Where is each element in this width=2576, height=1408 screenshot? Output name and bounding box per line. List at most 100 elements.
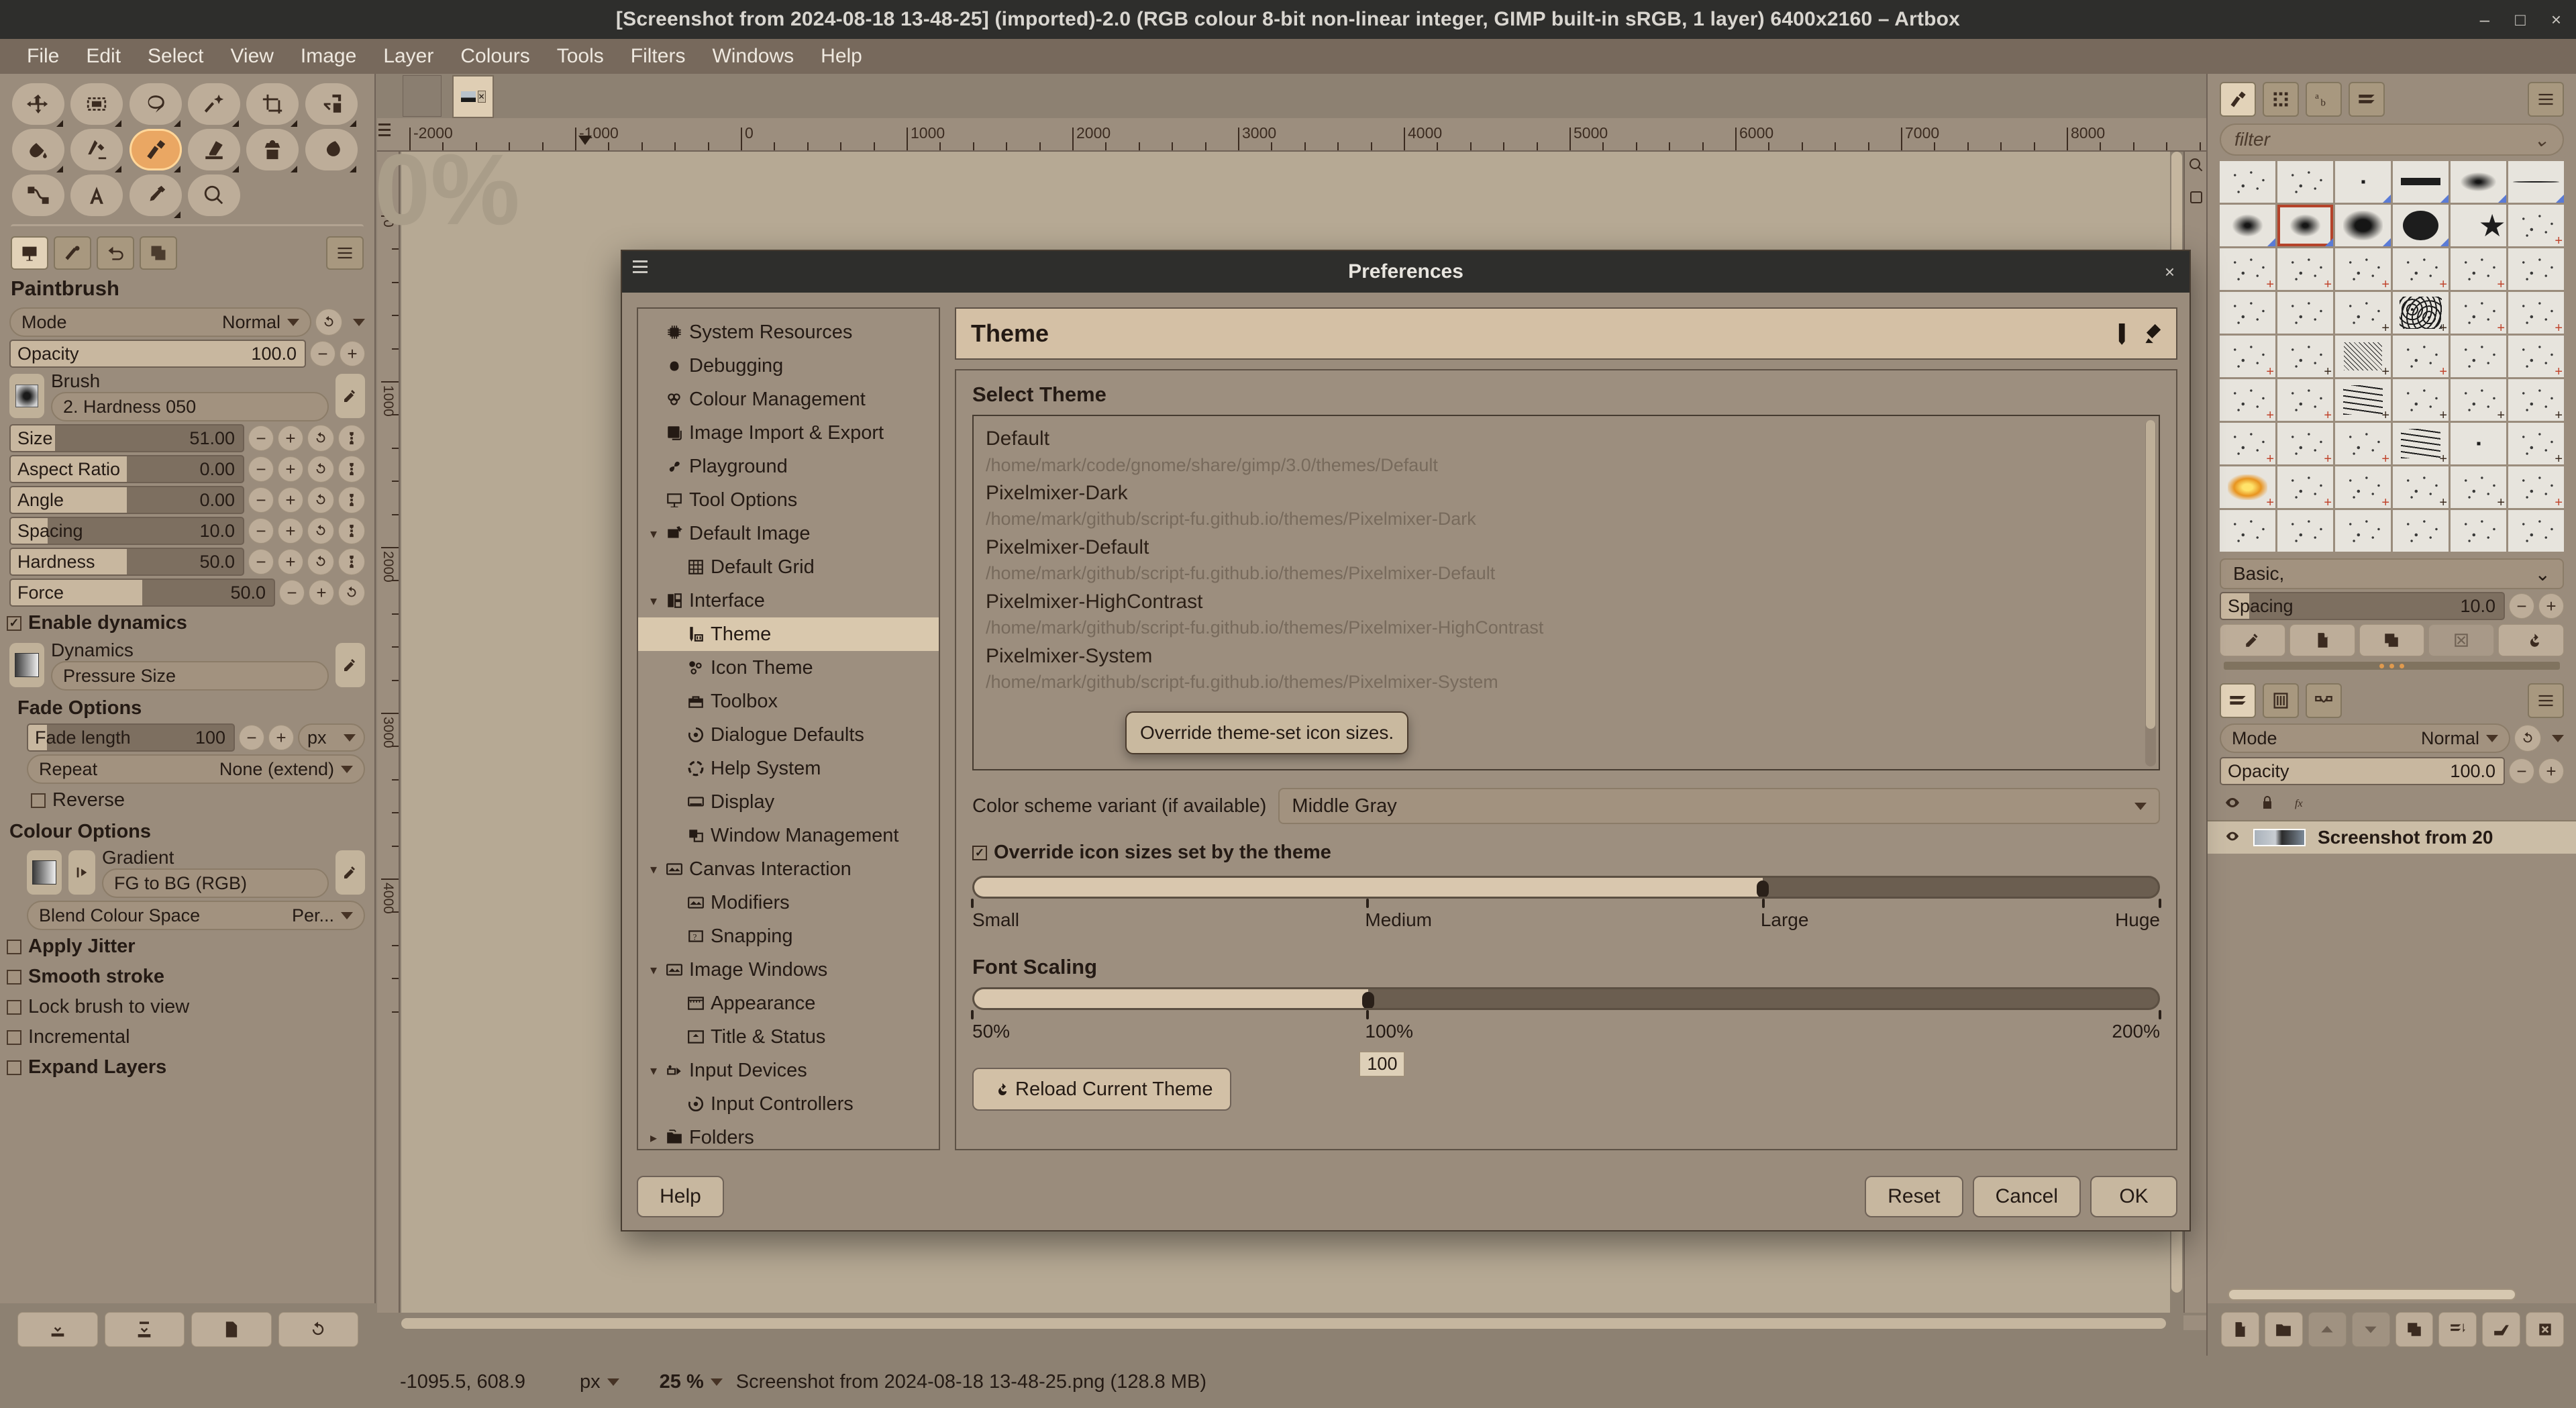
brush-thumbnail[interactable] [2220, 292, 2275, 334]
angle-decrement-button[interactable]: − [248, 487, 274, 513]
angle-increment-button[interactable]: + [278, 487, 303, 513]
brush-thumbnail[interactable]: + [2220, 423, 2275, 464]
spacing-reset-button[interactable] [307, 517, 334, 544]
delete-tool-preset-icon[interactable] [191, 1312, 272, 1347]
visibility-icon[interactable] [2224, 793, 2241, 816]
prefs-nav-theme[interactable]: Theme [638, 617, 939, 651]
hardness-decrement-button[interactable]: − [248, 549, 274, 574]
prefs-nav-default-grid[interactable]: Default Grid [638, 550, 939, 584]
brush-thumbnail[interactable]: + [2277, 423, 2333, 464]
prefs-nav-colour-management[interactable]: Colour Management [638, 383, 939, 416]
size-slider[interactable]: Size 51.00 [9, 424, 244, 452]
prefs-nav-default-image[interactable]: ▾ Default Image [638, 517, 939, 550]
theme-list-item[interactable]: Pixelmixer-HighContrast/home/mark/github… [986, 589, 2147, 640]
check-incremental[interactable]: Incremental [0, 1022, 374, 1052]
override-icon-sizes-check[interactable]: ✓ Override icon sizes set by the theme [972, 842, 2160, 864]
checkbox[interactable] [7, 1029, 21, 1045]
fuzzy-select-tool[interactable] [188, 83, 240, 127]
layer-mode-combo[interactable]: Mode Normal [2220, 723, 2510, 753]
reset-button[interactable]: Reset [1865, 1176, 1963, 1217]
menu-item-windows[interactable]: Windows [699, 42, 807, 70]
menu-item-select[interactable]: Select [134, 42, 217, 70]
aspect-ratio-reset-button[interactable] [307, 456, 334, 483]
vertical-ruler[interactable]: 0 1000 2000 3000 4000 [377, 152, 400, 1313]
color-scheme-select[interactable]: Middle Gray [1278, 788, 2160, 824]
brush-spacing-slider[interactable]: Spacing 10.0 [2220, 592, 2505, 620]
opacity-increment-button[interactable]: + [340, 341, 365, 366]
brush-thumbnail[interactable]: + [2277, 466, 2333, 508]
override-icon-sizes-checkbox[interactable]: ✓ [972, 845, 987, 860]
spacing-decrement-button[interactable]: − [248, 518, 274, 544]
close-button[interactable]: × [2551, 9, 2561, 30]
prefs-nav-appearance[interactable]: Appearance [638, 987, 939, 1020]
fade-increment-button[interactable]: + [268, 725, 294, 750]
font-scaling-slider[interactable] [972, 987, 2160, 1010]
prefs-nav-debugging[interactable]: Debugging [638, 349, 939, 383]
expander-icon[interactable]: ▾ [648, 861, 660, 878]
brush-thumbnail[interactable]: + [2508, 205, 2564, 246]
menu-item-view[interactable]: View [217, 42, 287, 70]
paths-tab-icon[interactable] [2306, 683, 2342, 718]
checkbox[interactable] [7, 999, 21, 1015]
zoom-chevron-icon[interactable] [710, 1378, 723, 1386]
cancel-button[interactable]: Cancel [1972, 1176, 2081, 1217]
gradient-tool[interactable] [70, 129, 123, 172]
layer-opacity-decrement-button[interactable]: − [2509, 758, 2534, 784]
layers-scroll-track[interactable] [2228, 1289, 2516, 1301]
unit-chevron-icon[interactable] [607, 1378, 619, 1386]
free-select-tool[interactable] [129, 83, 182, 127]
brush-thumbnail[interactable]: + [2220, 248, 2275, 290]
brush-thumbnail[interactable] [2277, 292, 2333, 334]
menu-item-image[interactable]: Image [287, 42, 370, 70]
aspect-ratio-increment-button[interactable]: + [278, 456, 303, 482]
brush-thumbnail[interactable]: + [2508, 292, 2564, 334]
refresh-brushes-icon[interactable] [2498, 624, 2564, 656]
brush-thumbnail[interactable] [2393, 161, 2449, 203]
enable-dynamics-check[interactable]: ✓ Enable dynamics [0, 608, 374, 638]
menu-item-tools[interactable]: Tools [544, 42, 617, 70]
menu-item-edit[interactable]: Edit [72, 42, 134, 70]
lock-pixels-icon[interactable] [2259, 793, 2276, 816]
brush-thumbnail[interactable]: + [2277, 336, 2333, 377]
gradient-value[interactable]: FG to BG (RGB) [102, 868, 329, 898]
theme-list-item[interactable]: Default/home/mark/code/gnome/share/gimp/… [986, 425, 2147, 477]
prefs-nav-modifiers[interactable]: Modifiers [638, 886, 939, 919]
spacing-link-button[interactable] [338, 517, 365, 544]
move-tool[interactable] [12, 83, 64, 127]
prefs-nav-input-devices[interactable]: ▾ Input Devices [638, 1054, 939, 1087]
dock-splitter[interactable] [2224, 662, 2560, 670]
brush-thumbnail[interactable] [2335, 161, 2391, 203]
zoom-icon[interactable] [2188, 156, 2204, 172]
smudge-tool[interactable] [305, 129, 358, 172]
brush-thumbnail[interactable]: + [2335, 379, 2391, 421]
mode-reset-button[interactable] [315, 309, 342, 336]
size-reset-button[interactable] [307, 425, 334, 452]
edit-brush-icon[interactable] [2220, 624, 2285, 656]
tool-options-menu-icon[interactable] [326, 236, 364, 270]
hardness-increment-button[interactable]: + [278, 549, 303, 574]
clone-tool[interactable] [246, 129, 299, 172]
transform-tool[interactable] [305, 83, 358, 127]
delete-layer-icon[interactable] [2526, 1312, 2564, 1347]
size-link-button[interactable] [338, 425, 365, 452]
brush-thumbnail[interactable] [2393, 510, 2449, 552]
spacing-slider[interactable]: Spacing 10.0 [9, 517, 244, 545]
force-slider[interactable]: Force 50.0 [9, 579, 275, 607]
angle-slider[interactable]: Angle 0.00 [9, 486, 244, 514]
expander-icon[interactable]: ▾ [648, 525, 660, 542]
menu-item-help[interactable]: Help [807, 42, 876, 70]
layers-menu-icon[interactable] [2528, 683, 2564, 718]
paths-tool[interactable] [12, 174, 64, 216]
eraser-tool[interactable] [188, 129, 240, 172]
brush-filter-input[interactable]: filter ⌄ [2220, 123, 2564, 156]
prefs-nav-help-system[interactable]: Help System [638, 752, 939, 785]
brush-thumbnail[interactable] [2220, 510, 2275, 552]
opacity-decrement-button[interactable]: − [310, 341, 336, 366]
new-layer-icon[interactable] [2221, 1312, 2259, 1347]
layer-row[interactable]: Screenshot from 20 [2208, 821, 2576, 854]
image-tab-active[interactable]: ✕ [452, 75, 494, 118]
menu-item-layer[interactable]: Layer [370, 42, 447, 70]
paintbrush-tool[interactable] [129, 129, 182, 172]
brush-thumbnail[interactable]: + [2508, 379, 2564, 421]
brush-thumbnail[interactable] [2393, 205, 2449, 246]
